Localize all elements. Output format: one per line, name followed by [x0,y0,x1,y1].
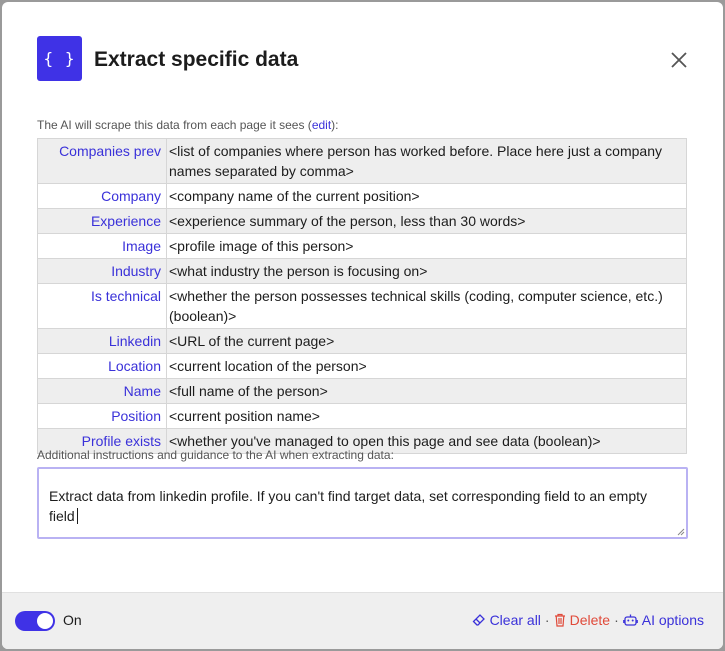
field-value: <company name of the current position> [166,183,687,209]
instructions-label: Additional instructions and guidance to … [37,448,394,462]
delete-label: Delete [569,612,611,628]
field-value: <full name of the person> [166,378,687,404]
field-value: <URL of the current page> [166,328,687,354]
clear-all-label: Clear all [489,612,541,628]
field-key: Linkedin [37,328,167,354]
field-key: Companies prev [37,138,167,184]
ai-options-label: AI options [641,612,704,628]
field-row: Industry <what industry the person is foc… [37,258,687,284]
intro-text: The AI will scrape this data from each p… [37,118,339,132]
braces-icon: { } [37,36,82,81]
field-value: <profile image of this person> [166,233,687,259]
delete-button[interactable]: Delete [554,612,610,628]
field-value: <current position name> [166,403,687,429]
field-row: Is technical <whether the person possesse… [37,283,687,329]
field-key: Location [37,353,167,379]
footer-actions: Clear all · Delete · AI options [472,612,704,628]
dialog-header: { } Extract specific data [37,36,703,82]
text-cursor [76,508,78,524]
dialog-title: Extract specific data [94,48,299,71]
field-row: Location <current location of the person> [37,353,687,379]
resize-handle-icon[interactable] [677,528,685,536]
field-row: Image <profile image of this person> [37,233,687,259]
field-row: Company <company name of the current posi… [37,183,687,209]
field-value: <list of companies where person has work… [166,138,687,184]
close-icon[interactable] [670,51,688,69]
field-row: Linkedin <URL of the current page> [37,328,687,354]
toggle-label: On [63,612,82,628]
instructions-textarea[interactable]: Extract data from linkedin profile. If y… [37,467,688,539]
field-key: Image [37,233,167,259]
extract-data-dialog: { } Extract specific data The AI will sc… [2,2,723,649]
instructions-text: Extract data from linkedin profile. If y… [49,488,647,524]
eraser-icon [472,614,485,626]
clear-all-button[interactable]: Clear all [472,612,541,628]
field-row: Companies prev <list of companies where p… [37,138,687,184]
field-key: Experience [37,208,167,234]
field-value: <experience summary of the person, less … [166,208,687,234]
field-key: Company [37,183,167,209]
field-row: Experience <experience summary of the per… [37,208,687,234]
intro-prefix: The AI will scrape this data from each p… [37,118,312,132]
dialog-footer: On Clear all · Delete · AI options [2,592,723,649]
field-row: Name <full name of the person> [37,378,687,404]
on-toggle[interactable] [15,611,55,631]
ai-options-button[interactable]: AI options [622,612,704,628]
field-key: Position [37,403,167,429]
separator: · [544,612,550,628]
field-row: Position <current position name> [37,403,687,429]
field-key: Is technical [37,283,167,329]
trash-icon [554,613,565,627]
field-value: <whether the person possesses technical … [166,283,687,329]
robot-icon [622,614,638,626]
fields-table: Companies prev <list of companies where p… [37,138,687,454]
edit-link[interactable]: edit [312,118,331,132]
field-key: Name [37,378,167,404]
intro-suffix: ): [331,118,339,132]
separator: · [614,612,619,628]
field-key: Industry [37,258,167,284]
field-value: <what industry the person is focusing on… [166,258,687,284]
toggle-knob [37,613,53,629]
field-value: <current location of the person> [166,353,687,379]
